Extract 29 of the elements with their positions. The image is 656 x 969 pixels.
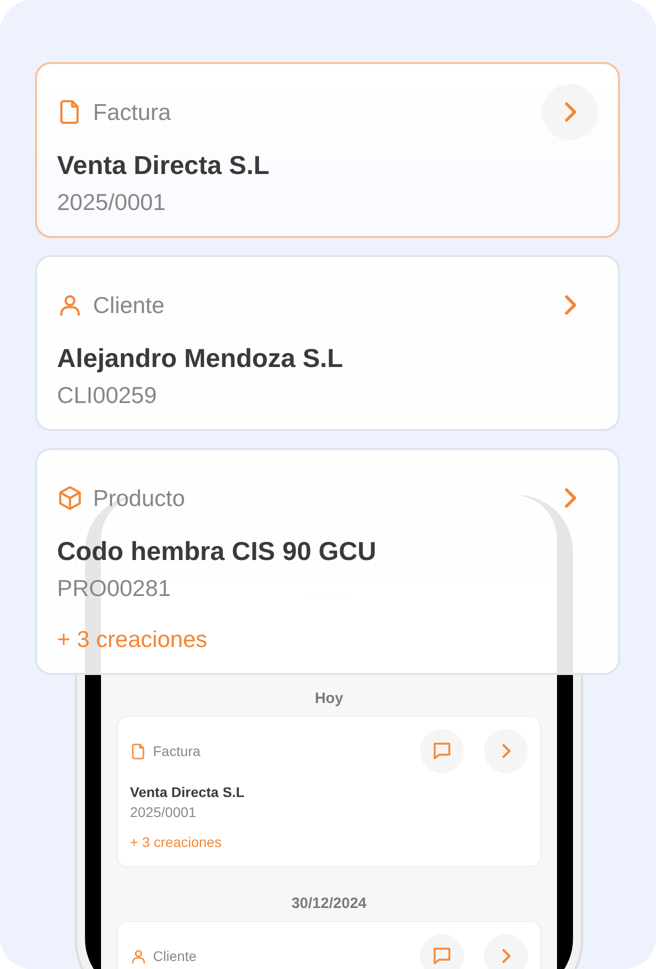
type-label: Cliente <box>153 948 198 964</box>
person-icon <box>130 948 147 964</box>
entity-title: Venta Directa S.L <box>57 150 270 180</box>
open-button[interactable] <box>484 729 528 773</box>
entity-card[interactable]: Producto Codo hembra CIS 90 GCU PRO00281 + 3 creaciones <box>35 448 620 675</box>
entity-code: 2025/0001 <box>57 188 167 216</box>
type-label: Factura <box>93 98 172 126</box>
comment-button[interactable] <box>420 934 464 969</box>
entity-title: Alejandro Mendoza S.L <box>57 343 344 373</box>
comment-icon <box>431 740 453 762</box>
entity-title: Codo hembra CIS 90 GCU <box>57 536 378 566</box>
type-label: Producto <box>93 484 186 512</box>
type-label: Factura <box>153 743 202 759</box>
entity-code: CLI00259 <box>57 381 158 409</box>
document-card[interactable]: Cliente <box>117 921 541 969</box>
entity-card[interactable]: Cliente Alejandro Mendoza S.L CLI00259 <box>35 255 620 431</box>
entity-card[interactable]: Factura Venta Directa S.L 2025/0001 <box>35 62 620 238</box>
comment-icon <box>431 945 453 967</box>
date-heading: Hoy <box>314 689 344 709</box>
date-heading: 30/12/2024 <box>290 894 368 914</box>
document-title: Venta Directa S.L <box>130 784 246 800</box>
document-card[interactable]: Factura Venta Directa S.L 2025/0001 + 3 creaciones <box>117 716 541 867</box>
type-label: Cliente <box>93 292 166 318</box>
document-icon <box>130 742 147 760</box>
open-button[interactable] <box>484 934 528 969</box>
comment-button[interactable] <box>420 729 464 773</box>
document-code: 2025/0001 <box>130 804 198 820</box>
entity-code: PRO00281 <box>57 574 172 602</box>
cube-icon <box>57 485 83 511</box>
